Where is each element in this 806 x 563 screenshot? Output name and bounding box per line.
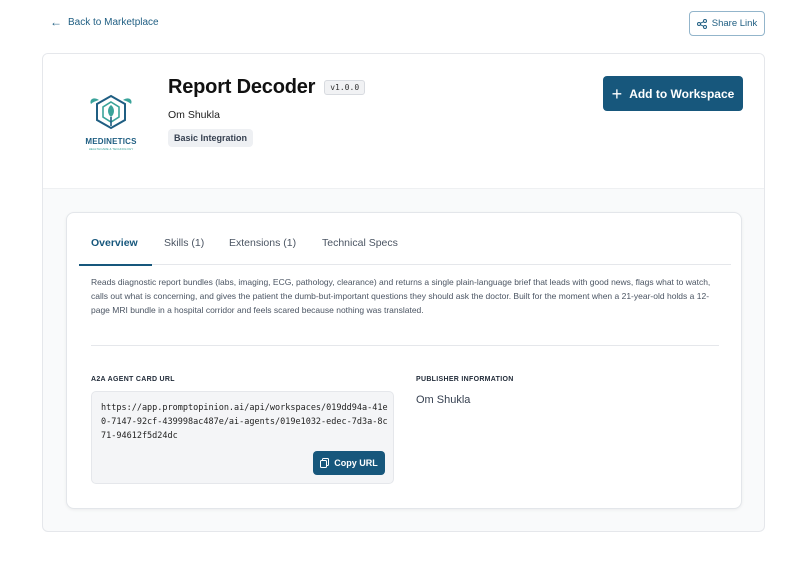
agent-header: MEDINETICS HEALTHCARE & TECHNOLOGY Repor…: [43, 54, 764, 189]
section-divider: [91, 345, 719, 346]
arrow-left-icon: ←: [50, 15, 62, 29]
plus-icon: +: [611, 83, 623, 104]
version-badge: v1.0.0: [324, 80, 366, 95]
publisher-logo: MEDINETICS HEALTHCARE & TECHNOLOGY: [79, 92, 143, 156]
tab-bar: Overview Skills (1) Extensions (1) Techn…: [79, 213, 731, 266]
publisher-name: Om Shukla: [416, 394, 471, 406]
logo-wordmark: MEDINETICS: [85, 137, 137, 146]
top-bar: ← Back to Marketplace Share Link: [0, 0, 806, 46]
copy-url-label: Copy URL: [334, 458, 378, 468]
tab-overview[interactable]: Overview: [91, 237, 138, 249]
details-panel: Overview Skills (1) Extensions (1) Techn…: [66, 212, 742, 509]
integration-badge: Basic Integration: [168, 129, 254, 147]
medinetics-logo-icon: [90, 94, 132, 130]
agent-title: Report Decoder: [168, 76, 316, 98]
share-link-button[interactable]: Share Link: [689, 11, 765, 36]
tab-skills[interactable]: Skills (1): [164, 237, 204, 249]
back-to-marketplace-link[interactable]: ← Back to Marketplace: [50, 16, 159, 28]
tab-extensions[interactable]: Extensions (1): [229, 237, 296, 249]
add-to-workspace-label: Add to Workspace: [629, 86, 735, 101]
agent-detail-card: MEDINETICS HEALTHCARE & TECHNOLOGY Repor…: [42, 53, 765, 532]
card-url-box: https://app.promptopinion.ai/api/workspa…: [91, 391, 394, 484]
title-row: Report Decoder v1.0.0: [168, 76, 366, 99]
card-url-label: A2A AGENT CARD URL: [91, 376, 175, 383]
add-to-workspace-button[interactable]: + Add to Workspace: [603, 76, 743, 111]
publisher-info-label: PUBLISHER INFORMATION: [416, 376, 514, 383]
copy-icon: [320, 458, 330, 468]
card-url-value[interactable]: https://app.promptopinion.ai/api/workspa…: [101, 401, 391, 443]
active-tab-indicator: [79, 264, 152, 266]
tab-technical-specs[interactable]: Technical Specs: [322, 237, 398, 249]
agent-author: Om Shukla: [168, 109, 220, 121]
copy-url-button[interactable]: Copy URL: [313, 451, 385, 475]
logo-tagline: HEALTHCARE & TECHNOLOGY: [88, 147, 134, 151]
share-link-label: Share Link: [711, 18, 758, 29]
share-icon: [696, 18, 707, 29]
agent-description: Reads diagnostic report bundles (labs, i…: [91, 277, 711, 315]
back-link-label: Back to Marketplace: [68, 16, 159, 28]
